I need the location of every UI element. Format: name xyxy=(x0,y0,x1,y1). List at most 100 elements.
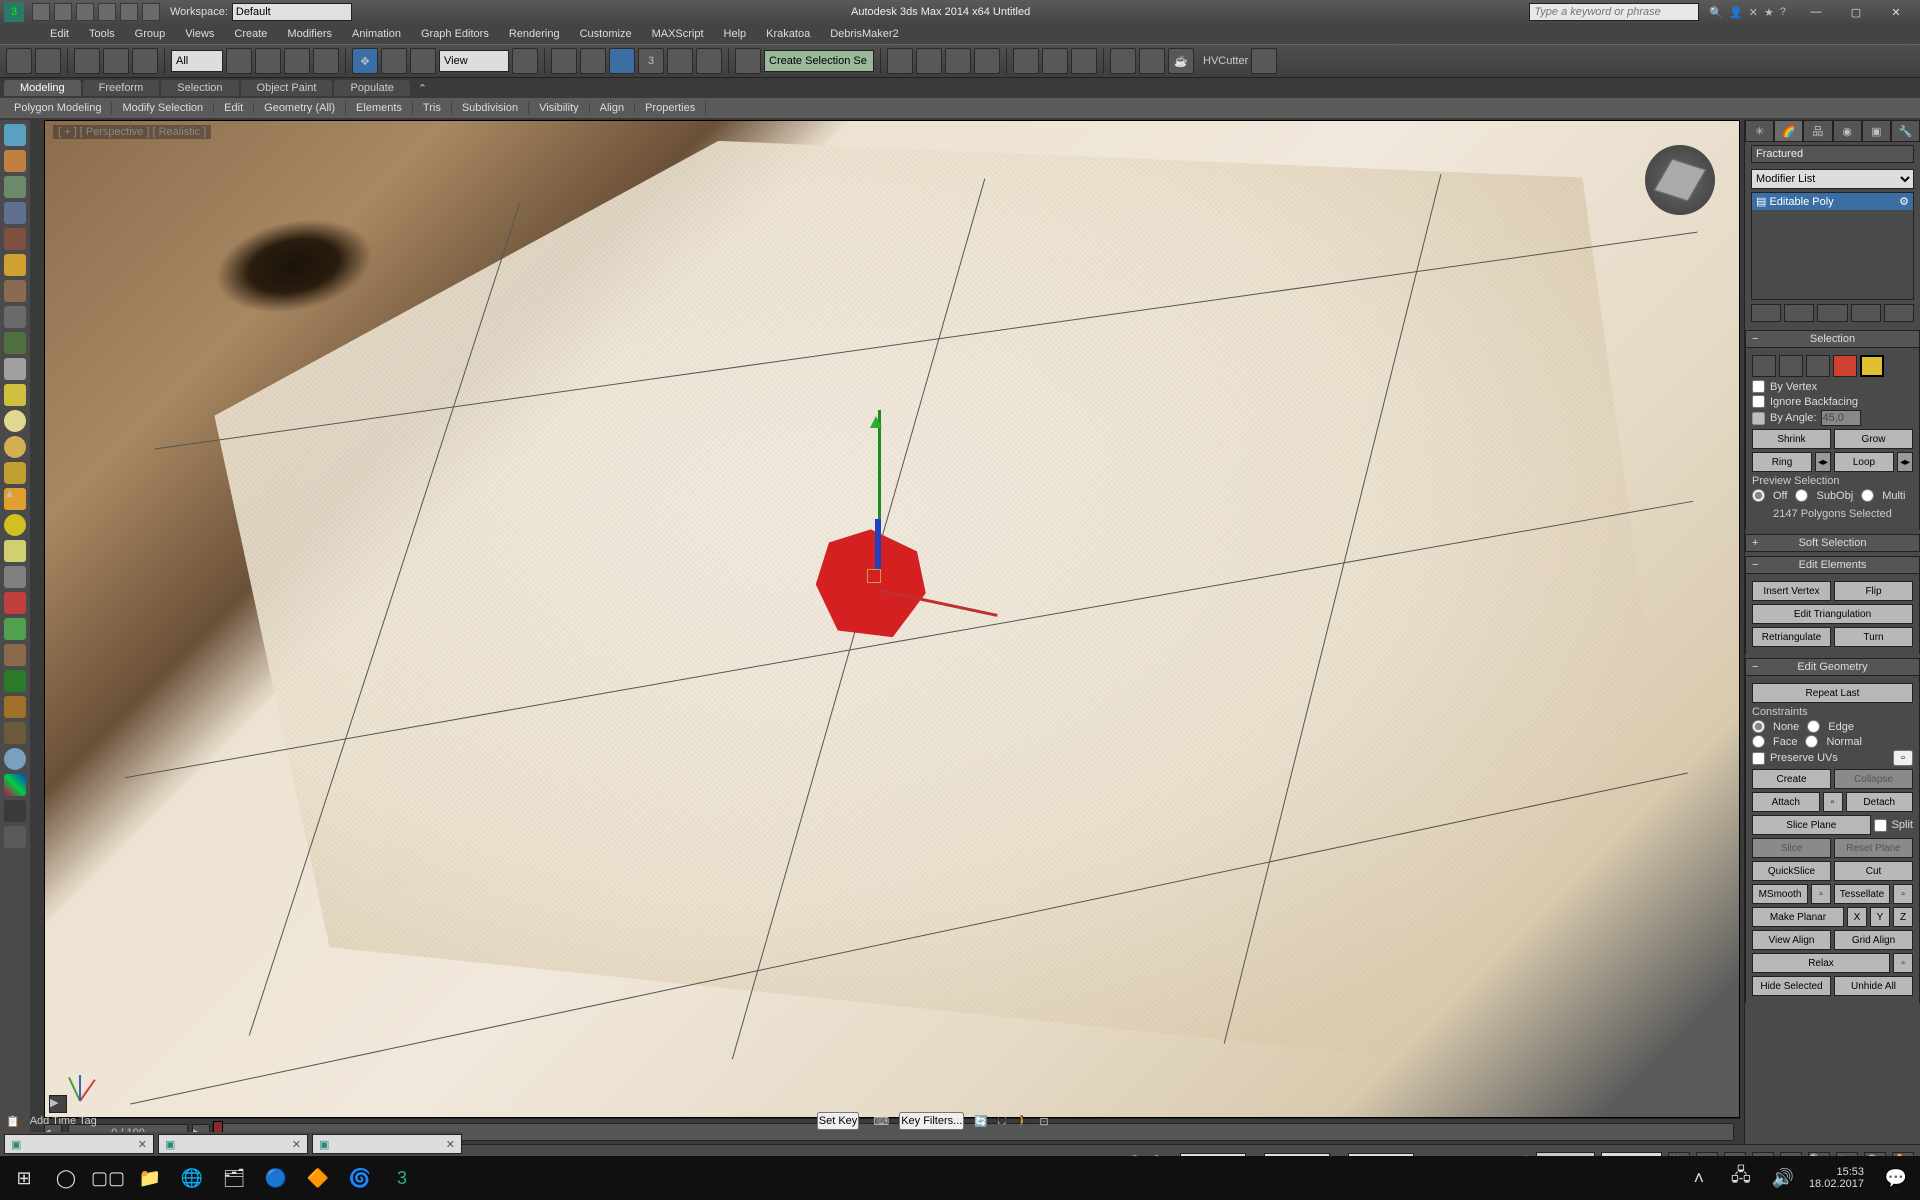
setkey-button[interactable]: Set Key xyxy=(817,1112,860,1130)
script-listener-icon[interactable]: 📋 xyxy=(6,1115,20,1128)
tool-icon[interactable] xyxy=(4,358,26,380)
menu-help[interactable]: Help xyxy=(714,28,757,40)
subobj-vertex-icon[interactable] xyxy=(1752,355,1776,377)
notifications-icon[interactable]: 💬 xyxy=(1880,1162,1912,1194)
preview-off-radio[interactable] xyxy=(1752,489,1765,502)
attach-button[interactable]: Attach xyxy=(1752,792,1820,812)
menu-group[interactable]: Group xyxy=(125,28,176,40)
viewport-expand-icon[interactable]: ▶ xyxy=(49,1095,67,1113)
quickslice-button[interactable]: QuickSlice xyxy=(1752,861,1831,881)
rollout-selection[interactable]: −Selection xyxy=(1745,330,1920,348)
edit-named-sel-icon[interactable] xyxy=(735,48,761,74)
select-scale-icon[interactable] xyxy=(410,48,436,74)
snap-toggle-icon[interactable] xyxy=(609,48,635,74)
taskbar-clock[interactable]: 15:53 18.02.2017 xyxy=(1809,1166,1864,1190)
insert-vertex-button[interactable]: Insert Vertex xyxy=(1752,581,1831,601)
scene-tab[interactable]: ▣✕ xyxy=(312,1134,462,1154)
configure-sets-icon[interactable] xyxy=(1884,304,1914,322)
ring-spinner[interactable]: ◂▸ xyxy=(1815,452,1831,472)
tab-objectpaint[interactable]: Object Paint xyxy=(241,80,333,96)
graphite-toggle-icon[interactable] xyxy=(974,48,1000,74)
group-edit[interactable]: Edit xyxy=(214,102,254,114)
mirror-icon[interactable] xyxy=(887,48,913,74)
signin-icon[interactable]: 👤 xyxy=(1729,6,1743,19)
group-align[interactable]: Align xyxy=(590,102,635,114)
tool-icon[interactable] xyxy=(4,228,26,250)
subobj-polygon-icon[interactable] xyxy=(1833,355,1857,377)
tool-icon[interactable] xyxy=(4,774,26,796)
cut-button[interactable]: Cut xyxy=(1834,861,1913,881)
split-checkbox[interactable] xyxy=(1874,819,1887,832)
menu-krakatoa[interactable]: Krakatoa xyxy=(756,28,820,40)
preserve-uvs-checkbox[interactable] xyxy=(1752,752,1765,765)
object-name-field[interactable]: Fractured xyxy=(1751,145,1914,163)
chrome-icon[interactable]: 🌐 xyxy=(176,1162,208,1194)
ring-button[interactable]: Ring xyxy=(1752,452,1812,472)
tab-populate[interactable]: Populate xyxy=(334,80,409,96)
select-object-icon[interactable] xyxy=(226,48,252,74)
tool-icon[interactable] xyxy=(4,618,26,640)
ignore-backfacing-checkbox[interactable] xyxy=(1752,395,1765,408)
remove-modifier-icon[interactable] xyxy=(1851,304,1881,322)
gizmo-xy-plane[interactable] xyxy=(867,569,881,583)
unlink-icon[interactable] xyxy=(103,48,129,74)
subobj-edge-icon[interactable] xyxy=(1779,355,1803,377)
ref-coord-system[interactable] xyxy=(439,50,509,72)
view-align-button[interactable]: View Align xyxy=(1752,930,1831,950)
loop-button[interactable]: Loop xyxy=(1834,452,1894,472)
select-manipulate-icon[interactable] xyxy=(551,48,577,74)
rollout-edit-geometry[interactable]: −Edit Geometry xyxy=(1745,658,1920,676)
tab-modify-icon[interactable]: 🌈 xyxy=(1774,120,1803,142)
spinner-snap-icon[interactable] xyxy=(696,48,722,74)
scene-tab[interactable]: ▣✕ xyxy=(158,1134,308,1154)
subobj-border-icon[interactable] xyxy=(1806,355,1830,377)
undo-icon[interactable] xyxy=(6,48,32,74)
menu-grapheditors[interactable]: Graph Editors xyxy=(411,28,499,40)
constraint-edge-radio[interactable] xyxy=(1807,720,1820,733)
angle-snap-icon[interactable]: 3 xyxy=(638,48,664,74)
make-unique-icon[interactable] xyxy=(1817,304,1847,322)
minimize-button[interactable]: — xyxy=(1796,0,1836,24)
light-icon[interactable] xyxy=(4,254,26,276)
stack-item-editable-poly[interactable]: ▤ Editable Poly⚙ xyxy=(1752,193,1913,210)
geosphere-icon[interactable] xyxy=(4,436,26,458)
nav-orbit-icon[interactable]: 🔄 xyxy=(974,1115,988,1128)
show-end-result-icon[interactable] xyxy=(1784,304,1814,322)
tool-icon[interactable] xyxy=(4,722,26,744)
favorite-icon[interactable]: ★ xyxy=(1764,6,1774,19)
tool-icon[interactable] xyxy=(4,748,26,770)
menu-tools[interactable]: Tools xyxy=(79,28,125,40)
by-angle-checkbox[interactable] xyxy=(1752,412,1765,425)
qat-redo-icon[interactable] xyxy=(120,3,138,21)
turn-button[interactable]: Turn xyxy=(1834,627,1913,647)
group-elements[interactable]: Elements xyxy=(346,102,413,114)
preserve-uvs-settings-icon[interactable]: ▫ xyxy=(1893,750,1913,766)
pivot-icon[interactable] xyxy=(512,48,538,74)
tool-icon[interactable] xyxy=(4,826,26,848)
plugin-btn-icon[interactable] xyxy=(1251,48,1277,74)
by-vertex-checkbox[interactable] xyxy=(1752,380,1765,393)
menu-rendering[interactable]: Rendering xyxy=(499,28,570,40)
vlc-icon[interactable]: 🔶 xyxy=(302,1162,334,1194)
tessellate-settings-icon[interactable]: ▫ xyxy=(1893,884,1913,904)
repeat-last-button[interactable]: Repeat Last xyxy=(1752,683,1913,703)
modifier-stack[interactable]: ▤ Editable Poly⚙ xyxy=(1751,192,1914,300)
help-search-input[interactable] xyxy=(1529,3,1699,21)
planar-y-button[interactable]: Y xyxy=(1870,907,1890,927)
workspace-selector[interactable] xyxy=(232,3,352,21)
tool-icon[interactable] xyxy=(4,696,26,718)
tab-modeling[interactable]: Modeling xyxy=(4,80,81,96)
scene-tab[interactable]: ▣✕ xyxy=(4,1134,154,1154)
slice-plane-button[interactable]: Slice Plane xyxy=(1752,815,1871,835)
viewport-label[interactable]: [ + ] [ Perspective ] [ Realistic ] xyxy=(53,125,211,139)
cone-icon[interactable]: ▲ xyxy=(4,488,26,510)
tool-icon[interactable] xyxy=(4,644,26,666)
modifier-list[interactable]: Modifier List xyxy=(1751,169,1914,189)
tab-utilities-icon[interactable]: 🔧 xyxy=(1891,120,1920,142)
torus-icon[interactable] xyxy=(4,514,26,536)
qat-undo-icon[interactable] xyxy=(98,3,116,21)
explorer-icon[interactable]: 📁 xyxy=(134,1162,166,1194)
tab-close-icon[interactable]: ✕ xyxy=(446,1138,455,1151)
select-move-icon[interactable]: ✥ xyxy=(352,48,378,74)
3dsmax-taskbar-icon[interactable]: 3 xyxy=(386,1162,418,1194)
